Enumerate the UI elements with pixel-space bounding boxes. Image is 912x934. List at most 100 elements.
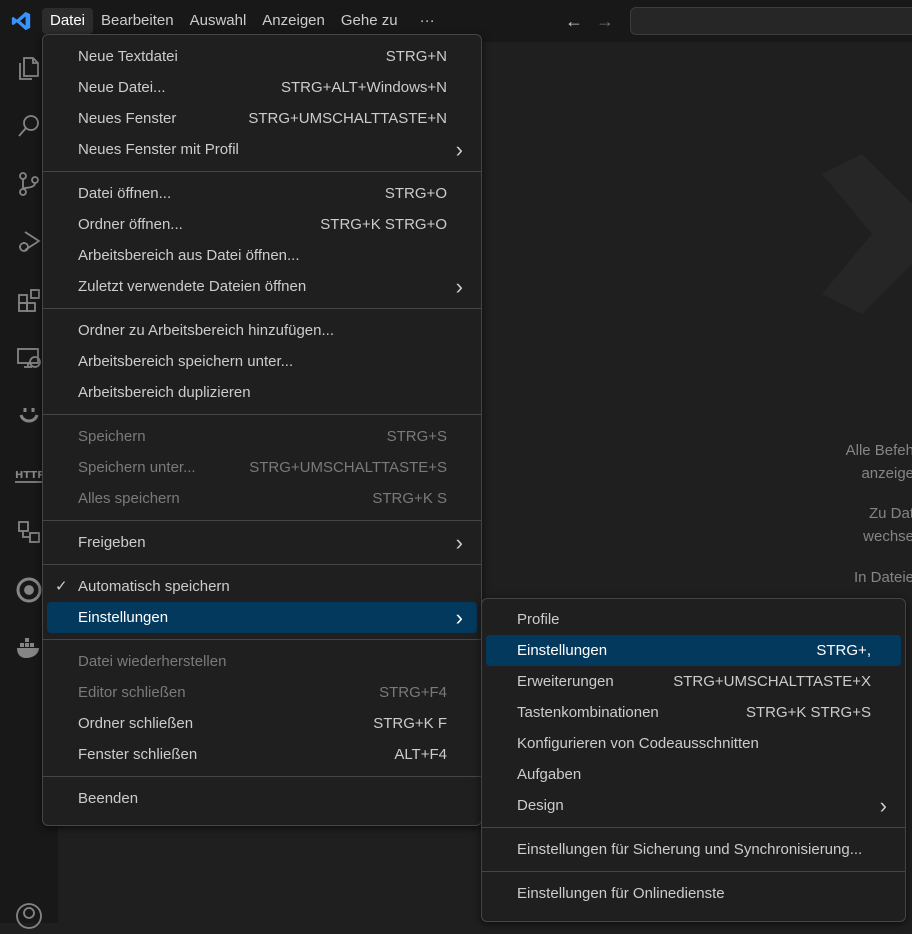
menu-item-label: Neue Datei... — [78, 79, 166, 96]
menu-item-shortcut: STRG+UMSCHALTTASTE+S — [249, 459, 447, 476]
menu-item-ordner-oeffnen[interactable]: Ordner öffnen... STRG+K STRG+O — [47, 209, 477, 240]
menu-item-shortcut: STRG+K F — [373, 715, 447, 732]
menu-separator — [43, 519, 481, 521]
menu-datei[interactable]: Datei — [42, 8, 94, 34]
menu-item-tastenkombinationen[interactable]: Tastenkombinationen STRG+K STRG+S — [486, 697, 901, 728]
menu-item-label: Konfigurieren von Codeausschnitten — [517, 735, 759, 752]
menu-item-neue-datei[interactable]: Neue Datei... STRG+ALT+Windows+N — [47, 72, 477, 103]
menu-separator — [43, 413, 481, 415]
menu-item-label: Speichern — [78, 428, 146, 445]
menu-item-shortcut: ALT+F4 — [394, 746, 447, 763]
menu-item-label: Aufgaben — [517, 766, 582, 783]
menu-bar: Datei Bearbeiten Auswahl Anzeigen Gehe z… — [42, 8, 443, 34]
menu-item-label: Einstellungen — [78, 609, 169, 626]
menu-item-label: Arbeitsbereich speichern unter... — [78, 353, 294, 370]
menu-more-icon[interactable]: ··· — [412, 8, 443, 34]
menu-separator — [43, 638, 481, 640]
menu-item-label: Einstellungen für Onlinedienste — [517, 885, 725, 902]
menu-item-label: Design — [517, 797, 564, 814]
menu-item-datei-wiederherstellen: Datei wiederherstellen — [47, 646, 477, 677]
menu-item-ordner-zu-arbeitsbereich-hinzufuegen[interactable]: Ordner zu Arbeitsbereich hinzufügen... — [47, 315, 477, 346]
menu-item-neues-fenster[interactable]: Neues Fenster STRG+UMSCHALTTASTE+N — [47, 103, 477, 134]
menu-item-label: Speichern unter... — [78, 459, 196, 476]
menu-separator — [43, 307, 481, 309]
menu-item-label: Ordner zu Arbeitsbereich hinzufügen... — [78, 322, 334, 339]
menu-item-einstellungen-fuer-sicherung-und-synchronisierung[interactable]: Einstellungen für Sicherung und Synchron… — [486, 834, 901, 865]
menu-item-design[interactable]: Design › — [486, 790, 901, 821]
hint-go-to-file: Zu Dat — [868, 505, 912, 522]
file-menu: Neue Textdatei STRG+N Neue Datei... STRG+AL… — [42, 34, 482, 826]
menu-item-speichern-unter: Speichern unter... STRG+UMSCHALTTASTE+S — [47, 452, 477, 483]
menu-item-einstellungen[interactable]: Einstellungen STRG+, — [486, 635, 901, 666]
menu-item-label: Arbeitsbereich aus Datei öffnen... — [78, 247, 300, 264]
chevron-right-icon: › — [879, 793, 887, 818]
menu-item-label: Datei wiederherstellen — [78, 653, 227, 670]
menu-item-einstellungen-fuer-onlinedienste[interactable]: Einstellungen für Onlinedienste — [486, 878, 901, 909]
menu-item-label: Ordner schließen — [78, 715, 194, 732]
menu-item-zuletzt-verwendete-dateien-oeffnen[interactable]: Zuletzt verwendete Dateien öffnen › — [47, 271, 477, 302]
menu-bearbeiten[interactable]: Bearbeiten — [93, 8, 182, 34]
menu-gehe-zu[interactable]: Gehe zu — [333, 8, 406, 34]
menu-item-shortcut: STRG+, — [816, 642, 871, 659]
menu-item-profile[interactable]: Profile — [486, 604, 901, 635]
menu-item-shortcut: STRG+O — [384, 185, 447, 202]
menu-item-freigeben[interactable]: Freigeben › — [47, 527, 477, 558]
menu-item-alles-speichern: Alles speichern STRG+K S — [47, 483, 477, 514]
menu-item-editor-schliessen: Editor schließen STRG+F4 — [47, 677, 477, 708]
menu-item-label: Tastenkombinationen — [517, 704, 659, 721]
hint-show-commands-2: anzeige — [861, 465, 912, 482]
menu-item-shortcut: STRG+N — [385, 48, 447, 65]
menu-item-shortcut: STRG+K S — [372, 490, 447, 507]
menu-item-label: Zuletzt verwendete Dateien öffnen — [78, 278, 307, 295]
menu-item-label: Fenster schließen — [78, 746, 198, 763]
hint-find-in-files: In Dateie — [853, 569, 912, 586]
menu-item-datei-oeffnen[interactable]: Datei öffnen... STRG+O — [47, 178, 477, 209]
menu-separator — [482, 826, 905, 828]
menu-item-shortcut: STRG+UMSCHALTTASTE+N — [248, 110, 447, 127]
chevron-right-icon: › — [455, 530, 463, 555]
forward-arrow-icon[interactable]: → — [596, 12, 614, 30]
menu-item-shortcut: STRG+K STRG+O — [320, 216, 447, 233]
menu-item-label: Ordner öffnen... — [78, 216, 183, 233]
menu-anzeigen[interactable]: Anzeigen — [254, 8, 333, 34]
menu-item-fenster-schliessen[interactable]: Fenster schließen ALT+F4 — [47, 739, 477, 770]
vscode-watermark-icon — [822, 154, 912, 314]
menu-item-arbeitsbereich-duplizieren[interactable]: Arbeitsbereich duplizieren — [47, 377, 477, 408]
chevron-right-icon: › — [455, 605, 463, 630]
menu-item-arbeitsbereich-speichern-unter[interactable]: Arbeitsbereich speichern unter... — [47, 346, 477, 377]
checkmark-icon: ✓ — [55, 578, 68, 595]
menu-item-label: Beenden — [78, 790, 139, 807]
menu-item-erweiterungen[interactable]: Erweiterungen STRG+UMSCHALTTASTE+X — [486, 666, 901, 697]
menu-item-label: Erweiterungen — [517, 673, 614, 690]
menu-item-shortcut: STRG+UMSCHALTTASTE+X — [673, 673, 871, 690]
menu-auswahl[interactable]: Auswahl — [182, 8, 255, 34]
account-icon[interactable] — [11, 898, 47, 934]
vscode-logo-icon — [11, 11, 31, 31]
menu-item-speichern: Speichern STRG+S — [47, 421, 477, 452]
menu-item-automatisch-speichern[interactable]: ✓ Automatisch speichern — [47, 571, 477, 602]
menu-item-konfigurieren-von-codeausschnitten[interactable]: Konfigurieren von Codeausschnitten — [486, 728, 901, 759]
menu-item-label: Neue Textdatei — [78, 48, 178, 65]
menu-item-neue-textdatei[interactable]: Neue Textdatei STRG+N — [47, 41, 477, 72]
menu-item-label: Neues Fenster mit Profil — [78, 141, 239, 158]
menu-item-label: Automatisch speichern — [78, 578, 230, 595]
menu-item-neues-fenster-mit-profil[interactable]: Neues Fenster mit Profil › — [47, 134, 477, 165]
svg-text:HTTP: HTTP — [15, 470, 45, 481]
menu-item-label: Neues Fenster — [78, 110, 177, 127]
menu-separator — [482, 870, 905, 872]
hint-show-commands: Alle Befeh — [845, 442, 912, 459]
menu-item-arbeitsbereich-aus-datei-oeffnen[interactable]: Arbeitsbereich aus Datei öffnen... — [47, 240, 477, 271]
menu-item-shortcut: STRG+F4 — [379, 684, 447, 701]
menu-item-einstellungen[interactable]: Einstellungen › — [47, 602, 477, 633]
menu-item-ordner-schliessen[interactable]: Ordner schließen STRG+K F — [47, 708, 477, 739]
settings-submenu: Profile Einstellungen STRG+, Erweiterungen S… — [481, 598, 906, 922]
menu-item-label: Einstellungen — [517, 642, 608, 659]
menu-item-label: Alles speichern — [78, 490, 180, 507]
menu-separator — [43, 775, 481, 777]
menu-separator — [43, 170, 481, 172]
chevron-right-icon: › — [455, 137, 463, 162]
menu-item-aufgaben[interactable]: Aufgaben — [486, 759, 901, 790]
menu-item-beenden[interactable]: Beenden — [47, 783, 477, 814]
command-center[interactable] — [630, 7, 912, 35]
back-arrow-icon[interactable]: ← — [565, 12, 583, 30]
